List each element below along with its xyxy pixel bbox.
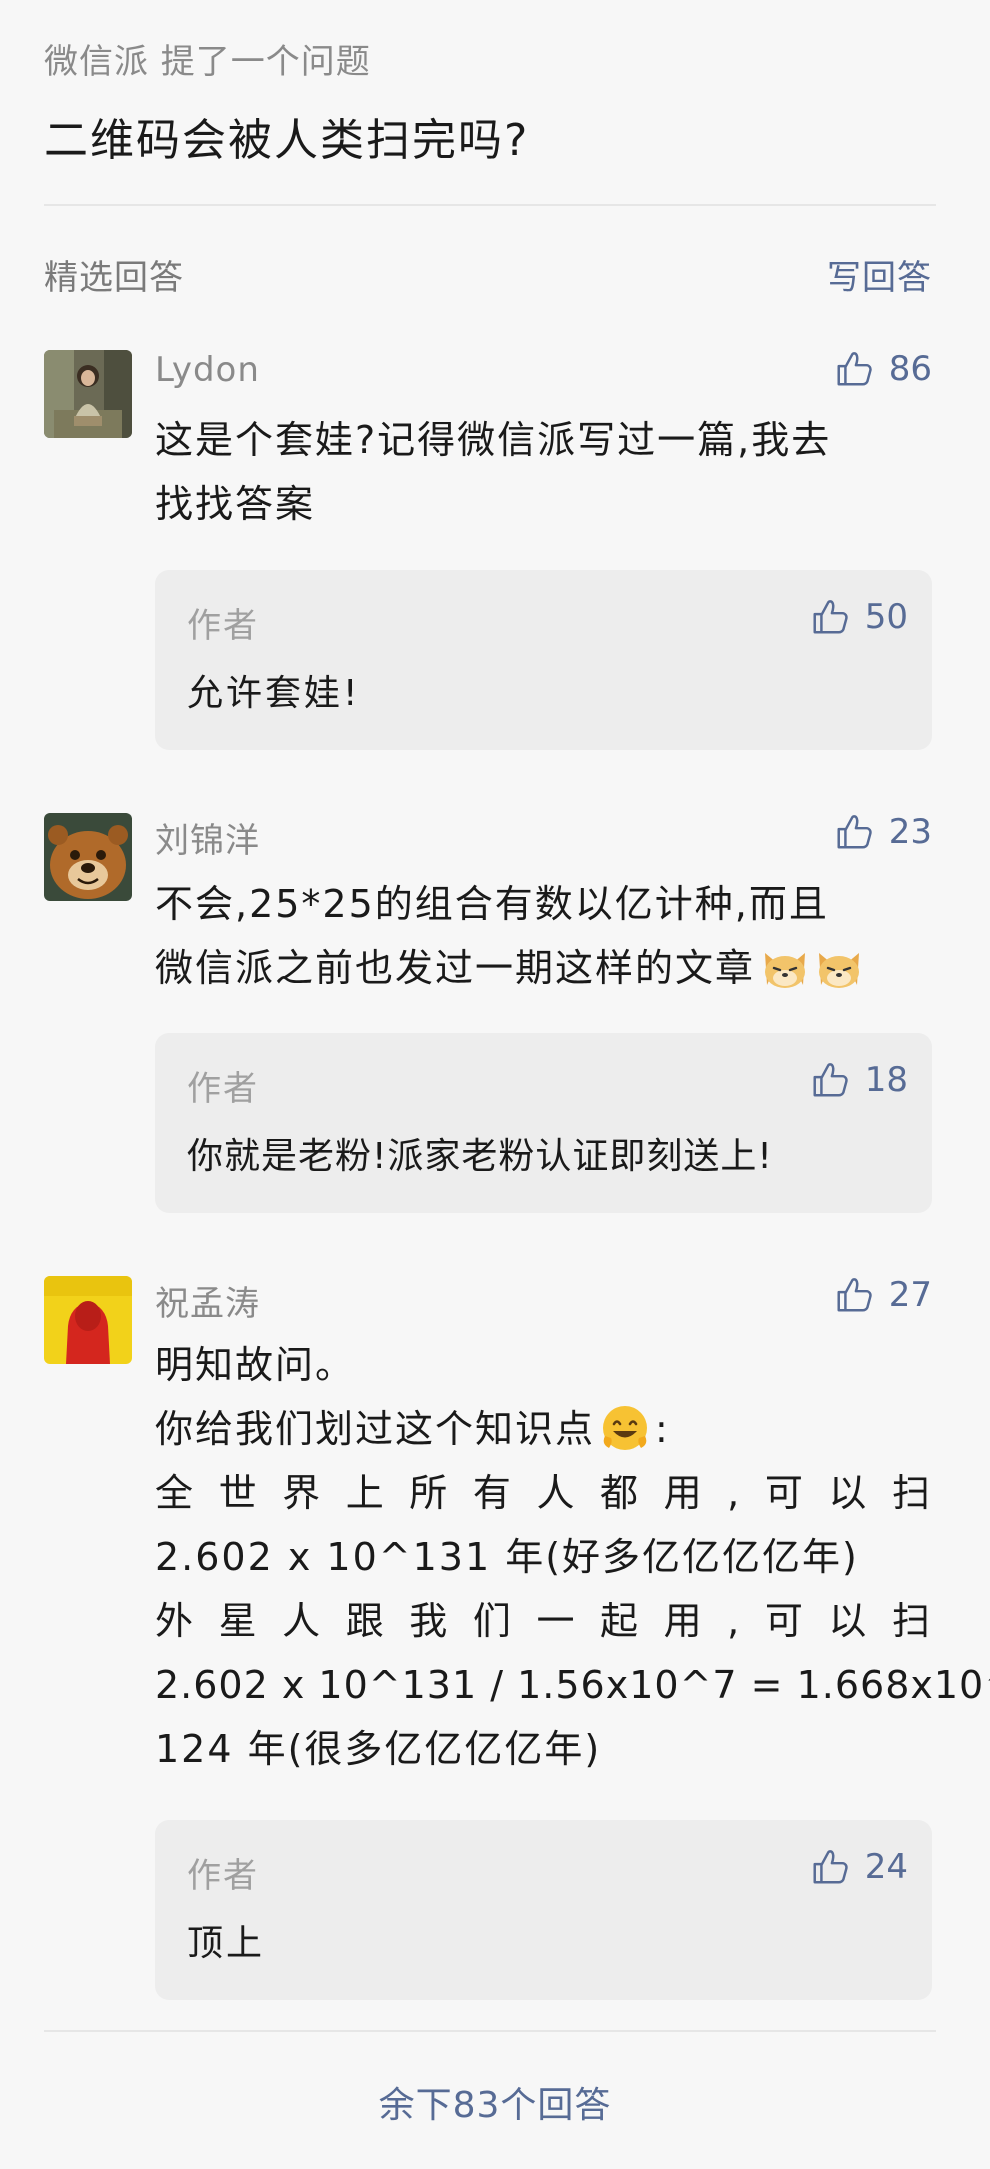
comment-line: 这是个套娃?记得微信派写过一篇,我去	[155, 418, 832, 462]
thumbs-up-icon	[837, 1278, 872, 1312]
like-button[interactable]: 86	[833, 348, 932, 390]
comment-line: 不会,25*25的组合有数以亿计种,而且	[155, 882, 829, 926]
comment-text: 明知故问。 你给我们划过这个知识点: 全世界上所有人都用,可以扫 2.602 x…	[155, 1333, 990, 1781]
thumbs-up-icon	[813, 600, 848, 634]
reply-like-button[interactable]: 50	[809, 596, 908, 638]
like-button[interactable]: 23	[833, 811, 932, 853]
author-label: 作者	[187, 1856, 259, 1896]
reply-like-button[interactable]: 24	[809, 1846, 908, 1888]
more-answers-link[interactable]: 余下83个回答	[0, 2076, 990, 2128]
avatar[interactable]	[44, 1276, 132, 1364]
reply-text: 你就是老粉!派家老粉认证即刻送上!	[187, 1136, 773, 1177]
smile-emoji-icon	[603, 1406, 648, 1450]
comment-username: 刘锦洋	[155, 821, 260, 861]
thumbs-up-icon	[813, 1063, 848, 1097]
author-label: 作者	[187, 606, 259, 646]
avatar[interactable]	[44, 350, 132, 438]
like-count: 27	[888, 1275, 932, 1315]
comment-line: 外星人跟我们一起用,可以扫	[155, 1599, 932, 1643]
comment-line: 找找答案	[155, 482, 316, 526]
write-answer-button[interactable]: 写回答	[827, 250, 932, 299]
reply-like-button[interactable]: 18	[809, 1059, 908, 1101]
footer-divider	[44, 2030, 936, 2032]
avatar[interactable]	[44, 813, 132, 901]
thumbs-up-icon	[837, 815, 872, 849]
comment-text: 不会,25*25的组合有数以亿计种,而且 微信派之前也发过一期这样的文章	[155, 872, 932, 1000]
author-reply: 作者 50 允许套娃!	[155, 570, 932, 750]
comment-line: 全世界上所有人都用,可以扫	[155, 1471, 932, 1515]
author-reply: 作者 18 你就是老粉!派家老粉认证即刻送上!	[155, 1033, 932, 1213]
like-count: 23	[888, 812, 932, 852]
reply-text: 顶上	[187, 1923, 266, 1964]
featured-answers-title: 精选回答	[44, 258, 184, 298]
doge-emoji-icon	[819, 953, 860, 988]
thumbs-up-icon	[837, 352, 872, 386]
author-reply: 作者 24 顶上	[155, 1820, 932, 2000]
like-button[interactable]: 27	[833, 1274, 932, 1316]
comment-line: 124 年(很多亿亿亿亿年)	[155, 1727, 602, 1771]
thumbs-up-icon	[813, 1850, 848, 1884]
comment-username: Lydon	[155, 350, 260, 390]
comment-line-with-emoji: 微信派之前也发过一期这样的文章	[155, 936, 932, 1000]
author-label: 作者	[187, 1069, 259, 1109]
like-count: 86	[888, 349, 932, 389]
comment-text: 这是个套娃?记得微信派写过一篇,我去 找找答案	[155, 408, 932, 536]
asker-line: 微信派 提了一个问题	[44, 42, 371, 82]
doge-emoji-icon	[765, 953, 806, 988]
question-page: 微信派 提了一个问题 二维码会被人类扫完吗? 精选回答 写回答 Lydon 86…	[0, 0, 990, 2169]
like-count: 50	[864, 597, 908, 637]
comment-line-with-emoji: 你给我们划过这个知识点:	[155, 1397, 932, 1461]
question-title: 二维码会被人类扫完吗?	[44, 115, 530, 166]
comment-line: 2.602 x 10^131 年(好多亿亿亿亿年)	[155, 1535, 859, 1579]
comment-username: 祝孟涛	[155, 1284, 260, 1324]
comment-line: 2.602 x 10^131 / 1.56x10^7 = 1.668x10^	[155, 1663, 990, 1707]
like-count: 24	[864, 1847, 908, 1887]
header-divider	[44, 204, 936, 206]
comment-line: 明知故问。	[155, 1343, 356, 1387]
like-count: 18	[864, 1060, 908, 1100]
reply-text: 允许套娃!	[187, 673, 361, 714]
